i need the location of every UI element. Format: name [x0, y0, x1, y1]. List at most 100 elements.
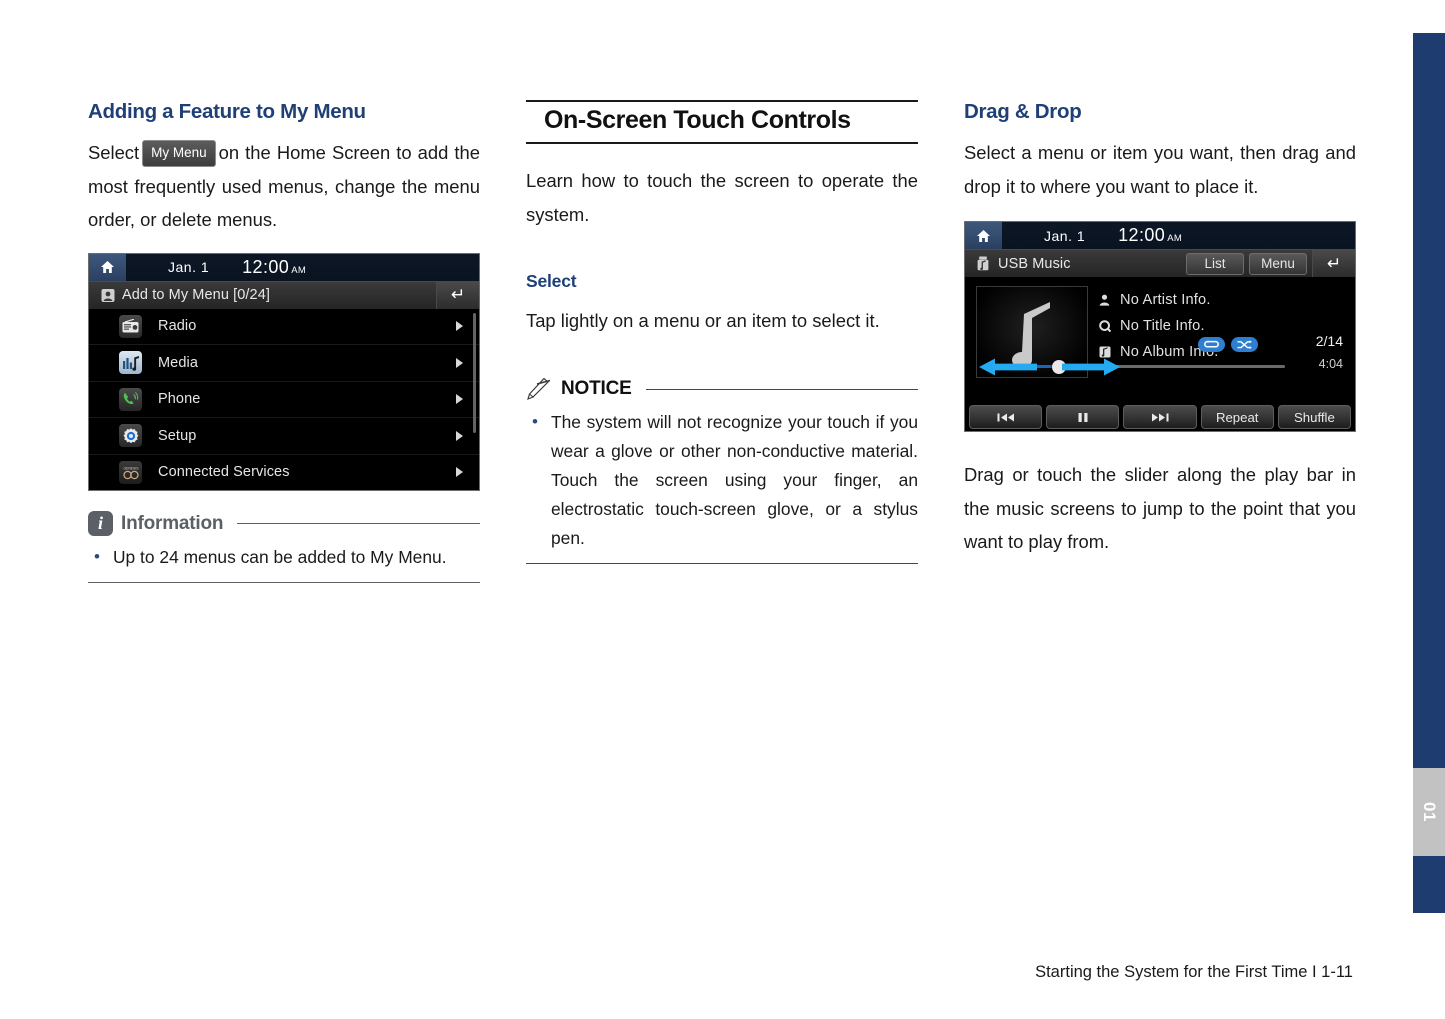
device-menu-list: Radio Media Phone Setup GENESIS Connecte… [89, 308, 479, 491]
repeat-icon[interactable] [1198, 337, 1225, 352]
information-callout-footer-rule [88, 582, 480, 583]
pencil-icon [526, 377, 553, 401]
shuffle-button[interactable]: Shuffle [1277, 405, 1352, 429]
repeat-button[interactable]: Repeat [1200, 405, 1274, 429]
left-column: Adding a Feature to My Menu Select My Men… [88, 100, 480, 583]
pause-button[interactable] [1046, 405, 1120, 429]
list-item-label: Connected Services [158, 464, 290, 481]
screenshot-usb-music: Jan. 1 12:00 AM USB Music List Menu ↵ No… [964, 221, 1356, 432]
information-bullet-list: Up to 24 menus can be added to My Menu. [88, 542, 480, 572]
page-footer: Starting the System for the First Time I… [1035, 963, 1353, 981]
list-item[interactable]: GENESIS Connected Services [89, 455, 479, 491]
metadata-row-title: No Title Info. [1098, 313, 1219, 339]
right-intro-paragraph: Select a menu or item you want, then dra… [964, 142, 1356, 197]
pause-icon [1078, 412, 1088, 422]
notice-callout-label: NOTICE [561, 378, 632, 399]
chevron-right-icon [456, 467, 463, 478]
playback-mode-badges [1198, 337, 1258, 352]
list-item-label: Phone [158, 391, 201, 408]
metadata-title: No Title Info. [1120, 318, 1205, 334]
information-callout-rule [237, 523, 480, 524]
metadata-artist: No Artist Info. [1120, 292, 1211, 308]
setup-icon [119, 424, 142, 448]
metadata-row-artist: No Artist Info. [1098, 287, 1219, 313]
left-paragraph-part1: Select [88, 142, 140, 163]
status-clock: 12:00 AM [1118, 225, 1182, 246]
select-subsection-paragraph: Tap lightly on a menu or an item to sele… [526, 310, 880, 331]
status-clock: 12:00 AM [242, 257, 306, 278]
add-to-my-menu-icon [101, 288, 115, 303]
home-icon[interactable] [965, 222, 1002, 249]
drag-right-arrow-icon [1062, 357, 1120, 382]
list-item[interactable]: Phone [89, 382, 479, 418]
chevron-right-icon [456, 394, 463, 405]
list-item-label: Radio [158, 318, 197, 335]
chapter-tab-label: 01 [1419, 802, 1439, 822]
chevron-right-icon [456, 430, 463, 441]
track-metadata: No Artist Info. No Title Info. No Album … [1098, 287, 1219, 365]
list-item[interactable]: Media [89, 345, 479, 382]
middle-intro-paragraph: Learn how to touch the screen to operate… [526, 170, 918, 225]
right-section-heading: Drag & Drop [964, 100, 1082, 123]
artist-icon [1098, 294, 1111, 307]
track-position: 2/14 [1315, 333, 1343, 349]
previous-track-icon [997, 413, 1014, 421]
drag-left-arrow-icon [979, 357, 1037, 382]
back-arrow-icon[interactable]: ↵ [1312, 250, 1355, 277]
phone-icon [119, 387, 142, 411]
page-title-box: On-Screen Touch Controls [526, 100, 918, 144]
status-ampm: AM [1167, 233, 1183, 244]
chapter-tab: 01 [1413, 768, 1445, 856]
status-date: Jan. 1 [1044, 227, 1086, 244]
scrollbar[interactable] [473, 312, 476, 433]
track-time: 4:04 [1318, 357, 1343, 371]
device-title-bar: USB Music List Menu ↵ [965, 249, 1355, 277]
device-title-label: Add to My Menu [0/24] [122, 287, 270, 303]
device-status-bar: Jan. 1 12:00 AM [89, 253, 479, 281]
status-date: Jan. 1 [168, 259, 210, 275]
status-ampm: AM [291, 264, 307, 276]
home-icon-glyph [977, 229, 990, 242]
home-icon-glyph [101, 261, 114, 273]
back-arrow-icon[interactable]: ↵ [436, 281, 479, 309]
info-icon: i [88, 511, 113, 536]
music-player-body: No Artist Info. No Title Info. No Album … [965, 277, 1355, 403]
home-icon[interactable] [89, 253, 126, 281]
list-item[interactable]: Radio [89, 309, 479, 345]
page-title: On-Screen Touch Controls [544, 106, 851, 134]
menu-button[interactable]: Menu [1249, 252, 1307, 275]
list-item-label: Media [158, 354, 198, 371]
status-time: 12:00 [1118, 225, 1166, 245]
usb-icon [977, 256, 991, 271]
left-section-heading: Adding a Feature to My Menu [88, 100, 366, 123]
notice-callout-footer-rule [526, 562, 918, 564]
previous-track-button[interactable] [969, 405, 1043, 429]
select-subsection-heading: Select [526, 271, 577, 291]
status-time: 12:00 [242, 256, 290, 277]
genesis-connected-services-icon: GENESIS [119, 460, 142, 484]
information-callout: i Information Up to 24 menus can be adde… [88, 511, 480, 583]
screenshot-add-to-my-menu: Jan. 1 12:00AM Add to My Menu [0/24] ↵ [88, 252, 480, 491]
notice-callout-rule [645, 388, 918, 390]
svg-text:GENESIS: GENESIS [123, 467, 139, 471]
middle-column: On-Screen Touch Controls Learn how to to… [526, 100, 918, 564]
device-status-bar: Jan. 1 12:00 AM [965, 222, 1355, 249]
music-player-controls: Repeat Shuffle [965, 403, 1355, 431]
list-button[interactable]: List [1186, 252, 1244, 275]
chevron-right-icon [456, 357, 463, 368]
shuffle-icon[interactable] [1231, 337, 1258, 352]
my-menu-button[interactable]: My Menu [142, 140, 216, 167]
information-callout-label: Information [121, 512, 224, 534]
next-track-icon [1152, 413, 1169, 421]
notice-callout-header: NOTICE [526, 377, 918, 401]
radio-icon [119, 314, 142, 338]
list-item[interactable]: Setup [89, 418, 479, 455]
right-below-paragraph: Drag or touch the slider along the play … [964, 464, 1356, 552]
media-icon [119, 351, 142, 375]
list-item: Up to 24 menus can be added to My Menu. [88, 542, 480, 572]
music-note-icon [1012, 302, 1050, 364]
next-track-button[interactable] [1123, 405, 1197, 429]
device-title-bar: Add to My Menu [0/24] ↵ [89, 280, 479, 309]
list-item: The system will not recognize your touch… [526, 407, 918, 553]
right-column: Drag & Drop Select a menu or item you wa… [964, 100, 1356, 559]
